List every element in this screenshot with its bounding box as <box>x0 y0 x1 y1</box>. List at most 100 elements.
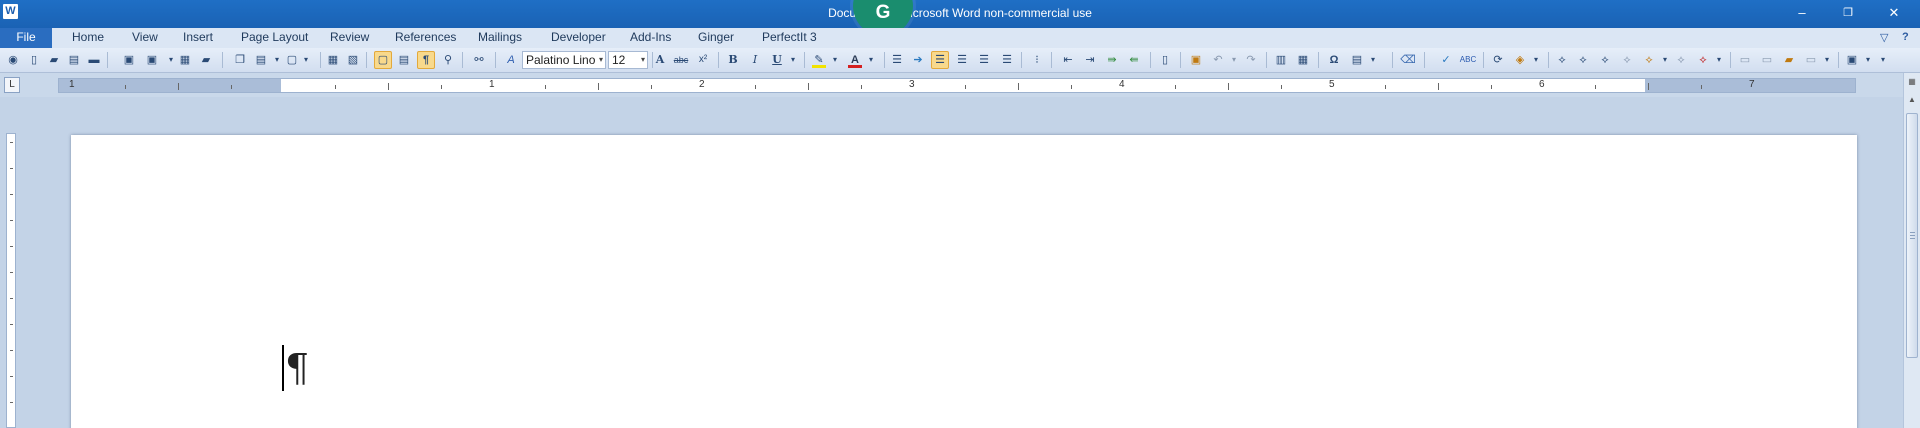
tab-page-layout[interactable]: Page Layout <box>233 28 316 48</box>
align-center-icon[interactable]: ☰ <box>953 51 971 69</box>
open-folder-icon[interactable]: ▰ <box>45 51 63 69</box>
minimize-ribbon-icon[interactable]: ▽ <box>1880 31 1888 44</box>
document-page[interactable]: ¶ <box>71 135 1857 428</box>
ruler-tick <box>965 85 966 89</box>
redo-icon[interactable]: ↷ <box>1242 51 1260 69</box>
print-layout-icon[interactable]: ▢ <box>374 51 392 69</box>
horizontal-ruler[interactable]: 1 1 2 3 4 5 6 7 <box>58 78 1856 93</box>
separator <box>1318 52 1319 68</box>
paste-special-icon[interactable]: ▣ <box>1187 51 1205 69</box>
new-comment-icon[interactable]: ▭ <box>1736 51 1754 69</box>
show-hide-marks-icon[interactable]: ¶ <box>417 51 435 69</box>
tab-insert[interactable]: Insert <box>175 28 221 48</box>
clear-format-icon[interactable]: ⌫ <box>1399 51 1417 69</box>
tab-ginger[interactable]: Ginger <box>690 28 742 48</box>
insert-field-dropdown-icon[interactable]: ▾ <box>1364 51 1382 69</box>
scrollbar-thumb[interactable] <box>1906 113 1918 358</box>
close-button[interactable]: ✕ <box>1872 0 1916 28</box>
vertical-ruler-tick <box>10 376 13 377</box>
delete-comment-icon[interactable]: ▭ <box>1758 51 1776 69</box>
tab-file[interactable]: File <box>0 28 52 48</box>
accept-change-icon[interactable]: ⟡ <box>1574 51 1592 69</box>
zoom-page-icon[interactable]: ▧ <box>344 51 362 69</box>
navigation-icon[interactable]: ⚯ <box>470 51 488 69</box>
undo-dropdown-icon[interactable]: ▾ <box>1225 51 1243 69</box>
symbol-button[interactable]: Ω <box>1325 51 1343 69</box>
scroll-up-icon[interactable]: ▲ <box>1905 93 1919 107</box>
refresh-icon[interactable]: ⟳ <box>1489 51 1507 69</box>
demote-icon[interactable]: ⇚ <box>1125 51 1143 69</box>
tab-mailings[interactable]: Mailings <box>470 28 530 48</box>
font-size-select[interactable]: 12 ▾ <box>608 51 648 69</box>
web-tools-icon[interactable]: ◉ <box>4 51 22 69</box>
tab-add-ins[interactable]: Add-Ins <box>622 28 679 48</box>
restore-button[interactable]: ❐ <box>1826 0 1870 28</box>
track-changes-icon[interactable]: ⟡ <box>1553 51 1571 69</box>
separator <box>1483 52 1484 68</box>
new-document-icon[interactable]: ▯ <box>25 51 43 69</box>
underline-dropdown-icon[interactable]: ▾ <box>784 51 802 69</box>
open-icon[interactable]: ▬ <box>85 51 103 69</box>
styles-icon[interactable]: A <box>502 51 520 69</box>
toolbar-overflow-icon[interactable]: ▾ <box>1874 51 1892 69</box>
ruler-number: 2 <box>699 79 705 90</box>
grow-font-icon[interactable]: A <box>651 51 669 69</box>
justify-icon[interactable]: ☰ <box>998 51 1016 69</box>
columns-icon[interactable]: ▥ <box>1272 51 1290 69</box>
italic-button[interactable]: I <box>746 51 764 69</box>
vertical-scrollbar[interactable]: ▦ ▲ <box>1903 73 1920 428</box>
ruler-tick <box>1018 83 1019 90</box>
separator <box>1548 52 1549 68</box>
separator <box>1838 52 1839 68</box>
minimize-button[interactable]: – <box>1780 0 1824 28</box>
print-preview-icon[interactable]: ▦ <box>324 51 342 69</box>
save-as-icon[interactable]: ▣ <box>143 51 161 69</box>
superscript-button[interactable]: x² <box>694 51 712 69</box>
magnifier-icon[interactable]: ⚲ <box>439 51 457 69</box>
align-left-icon[interactable]: ☰ <box>931 51 949 69</box>
tab-review[interactable]: Review <box>322 28 377 48</box>
spelling-icon[interactable]: ABC <box>1459 51 1477 69</box>
tab-perfectit[interactable]: PerfectIt 3 <box>754 28 825 48</box>
separator <box>495 52 496 68</box>
format-dropdown-icon[interactable]: ▾ <box>297 51 315 69</box>
reject-dropdown-icon[interactable]: ▾ <box>1710 51 1728 69</box>
table-icon[interactable]: ▦ <box>1294 51 1312 69</box>
help-icon[interactable]: ? <box>1902 31 1909 43</box>
tab-references[interactable]: References <box>387 28 464 48</box>
page-icon[interactable]: ▯ <box>1156 51 1174 69</box>
next-change-icon[interactable]: ⟡ <box>1672 51 1690 69</box>
navigate-icon[interactable]: ➔ <box>909 51 927 69</box>
view-ruler-icon[interactable]: ▦ <box>1905 75 1919 89</box>
bold-button[interactable]: B <box>724 51 742 69</box>
draft-view-icon[interactable]: ▤ <box>395 51 413 69</box>
font-name-select[interactable]: Palatino Lino ▾ <box>522 51 606 69</box>
highlight-dropdown-icon[interactable]: ▾ <box>826 51 844 69</box>
copy-icon[interactable]: ❐ <box>231 51 249 69</box>
templates-icon[interactable]: ▤ <box>65 51 83 69</box>
tab-home[interactable]: Home <box>64 28 112 48</box>
decrease-indent-icon[interactable]: ⇤ <box>1059 51 1077 69</box>
tab-selector[interactable]: L <box>4 77 20 93</box>
tab-view[interactable]: View <box>124 28 166 48</box>
line-spacing-icon[interactable]: ☰ <box>888 51 906 69</box>
vertical-ruler-tick <box>10 246 13 247</box>
strikethrough-button[interactable]: abc <box>672 51 690 69</box>
bullets-icon[interactable]: ⁝ <box>1028 51 1046 69</box>
increase-indent-icon[interactable]: ⇥ <box>1081 51 1099 69</box>
folder-comment-icon[interactable]: ▰ <box>1780 51 1798 69</box>
tab-developer[interactable]: Developer <box>543 28 614 48</box>
check-icon[interactable]: ✓ <box>1437 51 1455 69</box>
font-color-dropdown-icon[interactable]: ▾ <box>862 51 880 69</box>
promote-icon[interactable]: ⇛ <box>1103 51 1121 69</box>
print-icon[interactable]: ▦ <box>176 51 194 69</box>
reject-change-icon[interactable]: ⟡ <box>1596 51 1614 69</box>
previous-change-icon[interactable]: ⟡ <box>1618 51 1636 69</box>
save-icon[interactable]: ▣ <box>120 51 138 69</box>
vertical-ruler[interactable] <box>6 133 16 428</box>
folder-icon[interactable]: ▰ <box>197 51 215 69</box>
separator <box>718 52 719 68</box>
comment-dropdown-icon[interactable]: ▾ <box>1818 51 1836 69</box>
perfectit-dropdown-icon[interactable]: ▾ <box>1527 51 1545 69</box>
align-right-icon[interactable]: ☰ <box>975 51 993 69</box>
